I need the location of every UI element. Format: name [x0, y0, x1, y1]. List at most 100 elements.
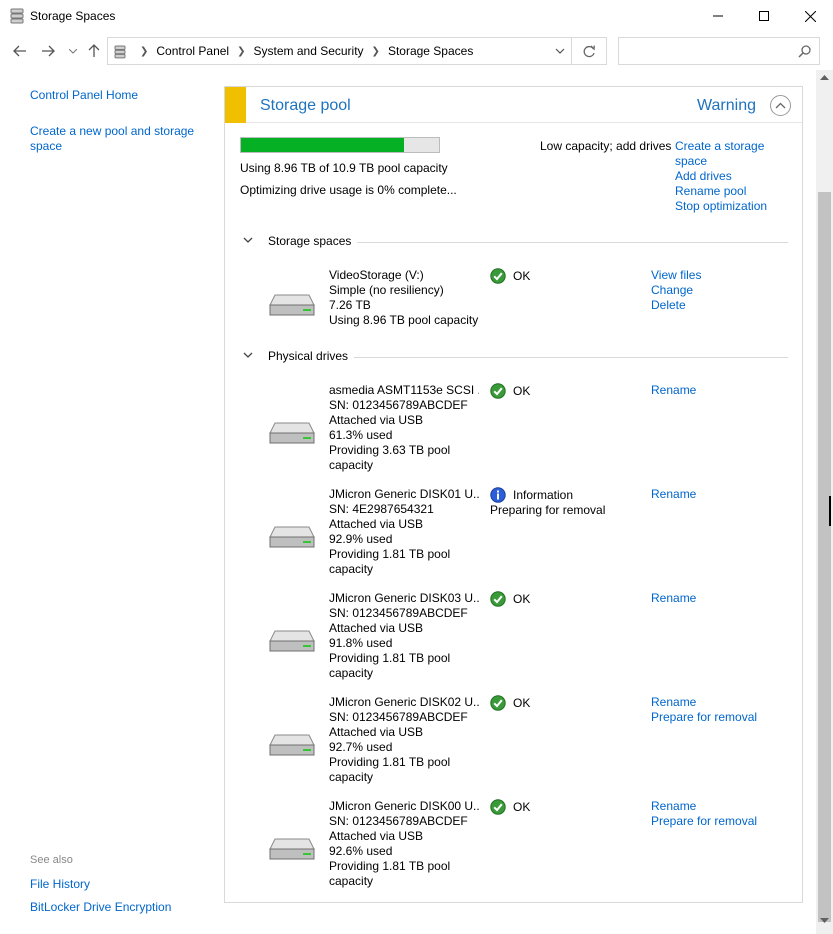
file-history-link[interactable]: File History	[30, 877, 90, 891]
address-bar[interactable]: ❯ Control Panel ❯ System and Security ❯ …	[107, 37, 572, 65]
hard-drive-icon	[269, 294, 315, 316]
drive-icon-wrap	[269, 293, 315, 317]
storage-pool-panel: Storage pool Warning Using 8.96 TB of 10…	[224, 86, 803, 903]
rename-pool-link[interactable]: Rename pool	[675, 184, 785, 199]
chevron-down-icon[interactable]	[555, 45, 565, 57]
detail-line: VideoStorage (V:)	[329, 268, 424, 282]
pool-status: Warning	[697, 97, 756, 114]
item-actions: View files Change Delete	[651, 268, 701, 313]
stop-optimization-link[interactable]: Stop optimization	[675, 199, 785, 214]
hard-drive-icon	[269, 630, 315, 652]
information-icon	[490, 487, 506, 503]
ok-check-icon	[490, 695, 506, 711]
chevron-down-icon	[243, 237, 253, 243]
detail-line: SN: 4E2987654321	[329, 502, 434, 516]
hard-drive-icon	[269, 526, 315, 548]
recent-locations-button[interactable]	[63, 41, 83, 61]
item-details: JMicron Generic DISK02 U... SN: 012345678…	[329, 695, 479, 785]
pool-actions: Create a storage space Add drives Rename…	[675, 139, 785, 214]
ok-check-icon	[490, 799, 506, 815]
chevron-right-icon[interactable]: ❯	[237, 46, 245, 57]
up-button[interactable]	[84, 41, 104, 61]
create-storage-space-link[interactable]: Create a storage space	[675, 139, 785, 169]
scroll-down-icon[interactable]	[820, 918, 829, 924]
item-actions: Rename	[651, 487, 696, 502]
detail-line: SN: 0123456789ABCDEF	[329, 814, 468, 828]
pool-header: Storage pool Warning	[225, 87, 802, 123]
back-button[interactable]	[10, 41, 30, 61]
maximize-button[interactable]	[741, 0, 787, 32]
close-button[interactable]	[787, 0, 833, 32]
section-title: Physical drives	[268, 349, 355, 363]
breadcrumb-system-security[interactable]: System and Security	[254, 44, 364, 58]
collapse-button[interactable]	[770, 95, 791, 116]
detail-line: capacity	[329, 666, 374, 680]
create-pool-link[interactable]: Create a new pool and storage space	[30, 124, 200, 154]
search-icon	[798, 45, 811, 58]
action-link-rename[interactable]: Rename	[651, 799, 757, 814]
action-link-change[interactable]: Change	[651, 283, 701, 298]
action-link-delete[interactable]: Delete	[651, 298, 701, 313]
status-line: OK	[490, 799, 640, 815]
arrow-up-icon	[88, 44, 100, 57]
detail-line: SN: 0123456789ABCDEF	[329, 606, 468, 620]
section-title: Storage spaces	[268, 234, 358, 248]
chevron-down-icon	[243, 352, 253, 358]
action-link-rename[interactable]: Rename	[651, 487, 696, 502]
scroll-up-icon[interactable]	[820, 74, 829, 80]
detail-line: 92.9% used	[329, 532, 393, 546]
minimize-icon	[713, 15, 723, 17]
maximize-icon	[759, 11, 769, 21]
detail-line: asmedia ASMT1153e SCSI ...	[329, 383, 479, 397]
breadcrumb-control-panel[interactable]: Control Panel	[156, 44, 229, 58]
chevron-right-icon[interactable]: ❯	[372, 46, 380, 57]
detail-line: Attached via USB	[329, 413, 424, 427]
minimize-button[interactable]	[695, 0, 741, 32]
pool-capacity-fill	[241, 138, 404, 152]
detail-line: JMicron Generic DISK02 U...	[329, 695, 479, 709]
hard-drive-icon	[269, 734, 315, 756]
action-link-prepare-for-removal[interactable]: Prepare for removal	[651, 710, 757, 725]
detail-line: JMicron Generic DISK01 U...	[329, 487, 479, 501]
action-link-prepare-for-removal[interactable]: Prepare for removal	[651, 814, 757, 829]
detail-line: SN: 0123456789ABCDEF	[329, 710, 468, 724]
low-capacity-text: Low capacity; add drives	[540, 139, 672, 153]
control-panel-home-link[interactable]: Control Panel Home	[30, 88, 138, 102]
search-input[interactable]	[618, 37, 820, 65]
drive-icon-wrap	[269, 733, 315, 757]
status-detail: Preparing for removal	[490, 503, 606, 517]
drive-icon-wrap	[269, 629, 315, 653]
detail-line: Using 8.96 TB pool capacity	[329, 313, 479, 327]
status-text: OK	[513, 383, 531, 398]
chevron-right-icon: ❯	[140, 45, 149, 57]
action-link-rename[interactable]: Rename	[651, 591, 696, 606]
optimizing-text: Optimizing drive usage is 0% complete...	[240, 183, 457, 197]
chevron-up-icon	[775, 102, 786, 109]
action-link-view-files[interactable]: View files	[651, 268, 701, 283]
breadcrumb-storage-spaces[interactable]: Storage Spaces	[388, 44, 473, 58]
refresh-icon	[583, 45, 595, 57]
storage-spaces-icon	[114, 45, 126, 59]
drive-icon-wrap	[269, 421, 315, 445]
detail-line: Attached via USB	[329, 517, 424, 531]
warning-stripe	[225, 87, 246, 123]
scrollbar-thumb[interactable]	[818, 192, 831, 922]
item-details: JMicron Generic DISK01 U... SN: 4E2987654…	[329, 487, 479, 577]
physical-drives-section[interactable]: Physical drives	[243, 349, 788, 365]
action-link-rename[interactable]: Rename	[651, 383, 696, 398]
breadcrumb: ❯ Control Panel ❯ System and Security ❯ …	[132, 44, 473, 58]
status-line: OK	[490, 695, 640, 711]
bitlocker-link[interactable]: BitLocker Drive Encryption	[30, 900, 171, 914]
item-details: asmedia ASMT1153e SCSI ... SN: 0123456789…	[329, 383, 479, 473]
hard-drive-icon	[269, 422, 315, 444]
forward-button[interactable]	[38, 41, 58, 61]
status-text: OK	[513, 799, 531, 814]
item-status: OK	[490, 695, 640, 711]
navigation-bar: ❯ Control Panel ❯ System and Security ❯ …	[0, 32, 833, 70]
action-link-rename[interactable]: Rename	[651, 695, 757, 710]
detail-line: Providing 1.81 TB pool	[329, 859, 451, 873]
add-drives-link[interactable]: Add drives	[675, 169, 785, 184]
storage-spaces-section[interactable]: Storage spaces	[243, 234, 788, 250]
refresh-button[interactable]	[572, 37, 607, 65]
ok-check-icon	[490, 383, 506, 399]
